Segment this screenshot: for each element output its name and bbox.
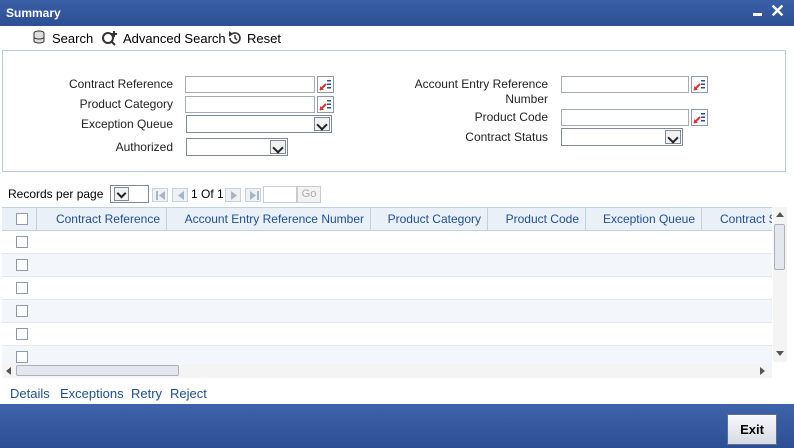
minimize-icon[interactable] <box>751 2 765 20</box>
column-exception-queue[interactable]: Exception Queue <box>586 208 702 230</box>
reset-button[interactable]: Reset <box>227 29 281 47</box>
exceptions-link[interactable]: Exceptions <box>60 386 124 401</box>
window-title: Summary <box>6 6 61 20</box>
row-checkbox[interactable] <box>16 305 28 317</box>
first-page-button[interactable] <box>152 188 168 202</box>
chevron-down-icon <box>314 117 330 131</box>
go-button[interactable]: Go <box>297 186 321 203</box>
reset-icon <box>229 31 241 44</box>
reset-label: Reset <box>247 30 281 46</box>
select-all-checkbox[interactable] <box>16 213 28 225</box>
contract-reference-lov-icon[interactable] <box>317 76 334 93</box>
table-row[interactable] <box>2 323 772 346</box>
row-checkbox[interactable] <box>16 236 28 248</box>
records-per-page-select[interactable]: 15 <box>110 185 149 203</box>
column-contract-reference[interactable]: Contract Reference <box>37 208 167 230</box>
horizontal-scrollbar[interactable] <box>2 364 772 378</box>
toolbar: Search Advanced Search Reset <box>0 26 794 50</box>
search-criteria-panel: Contract Reference Product Category Exce… <box>2 50 786 172</box>
chevron-down-icon <box>270 140 286 154</box>
authorized-label: Authorized <box>115 140 173 154</box>
table-row[interactable] <box>2 346 772 365</box>
contract-reference-input[interactable] <box>185 76 315 93</box>
contract-status-label: Contract Status <box>465 130 548 144</box>
account-entry-reference-input[interactable] <box>561 76 689 93</box>
chevron-down-icon <box>665 130 681 144</box>
previous-page-button[interactable] <box>172 188 188 202</box>
previous-page-icon <box>178 191 184 200</box>
row-checkbox[interactable] <box>16 328 28 340</box>
product-code-lov-icon[interactable] <box>691 109 708 126</box>
vertical-scrollbar[interactable] <box>773 207 787 362</box>
product-code-label: Product Code <box>474 110 548 124</box>
exit-button[interactable]: Exit <box>727 414 777 445</box>
window-titlebar: Summary ✕ <box>0 0 794 26</box>
exception-queue-label: Exception Queue <box>80 117 173 131</box>
results-table: Contract Reference Account Entry Referen… <box>2 207 772 365</box>
column-product-code[interactable]: Product Code <box>488 208 586 230</box>
column-account-entry-reference-number[interactable]: Account Entry Reference Number <box>167 208 371 230</box>
table-row[interactable] <box>2 231 772 254</box>
retry-link[interactable]: Retry <box>131 386 162 401</box>
last-page-icon <box>250 191 259 200</box>
records-per-page-label: Records per page <box>8 187 104 201</box>
vertical-scroll-thumb[interactable] <box>774 224 785 270</box>
column-product-category[interactable]: Product Category <box>371 208 488 230</box>
scroll-right-icon[interactable] <box>760 367 765 375</box>
database-search-icon <box>33 30 45 44</box>
contract-status-select[interactable] <box>561 128 683 146</box>
authorized-select[interactable] <box>186 138 288 156</box>
row-checkbox[interactable] <box>16 259 28 271</box>
search-button[interactable]: Search <box>32 29 93 47</box>
close-icon[interactable]: ✕ <box>770 0 785 22</box>
chevron-down-icon <box>114 187 129 201</box>
scroll-down-icon[interactable] <box>776 351 784 356</box>
table-row[interactable] <box>2 254 772 277</box>
account-entry-reference-label-line1: Account Entry Reference <box>414 77 548 91</box>
product-category-lov-icon[interactable] <box>317 96 334 113</box>
next-page-button[interactable] <box>225 188 241 202</box>
goto-page-input[interactable] <box>263 186 297 203</box>
table-row[interactable] <box>2 300 772 323</box>
pagination-bar: Records per page 15 1 Of 1 Go <box>0 183 780 205</box>
scroll-left-icon[interactable] <box>6 367 11 375</box>
action-links: Details Exceptions Retry Reject <box>0 384 794 404</box>
first-page-icon <box>156 191 165 200</box>
contract-reference-label: Contract Reference <box>68 77 173 91</box>
row-checkbox[interactable] <box>16 282 28 294</box>
next-page-icon <box>231 191 237 200</box>
advanced-search-label: Advanced Search <box>123 30 226 46</box>
account-entry-reference-lov-icon[interactable] <box>691 76 708 93</box>
row-checkbox[interactable] <box>16 351 28 363</box>
page-indicator: 1 Of 1 <box>191 187 224 201</box>
search-label: Search <box>52 30 94 46</box>
column-contract-status[interactable]: Contract Status <box>702 208 772 230</box>
reject-link[interactable]: Reject <box>170 386 207 401</box>
product-code-input[interactable] <box>561 109 689 126</box>
horizontal-scroll-thumb[interactable] <box>16 365 179 376</box>
exception-queue-select[interactable] <box>186 115 332 133</box>
advanced-search-button[interactable]: Advanced Search <box>101 29 226 47</box>
advanced-search-icon <box>102 31 117 46</box>
last-page-button[interactable] <box>245 188 261 202</box>
table-row[interactable] <box>2 277 772 300</box>
account-entry-reference-label-line2: Number <box>505 92 548 106</box>
select-all-cell <box>2 208 37 230</box>
details-link[interactable]: Details <box>10 386 50 401</box>
product-category-input[interactable] <box>185 96 315 113</box>
product-category-label: Product Category <box>79 97 173 111</box>
table-header: Contract Reference Account Entry Referen… <box>2 207 772 231</box>
scroll-up-icon[interactable] <box>776 212 784 217</box>
footer-bar: Exit <box>0 404 794 448</box>
